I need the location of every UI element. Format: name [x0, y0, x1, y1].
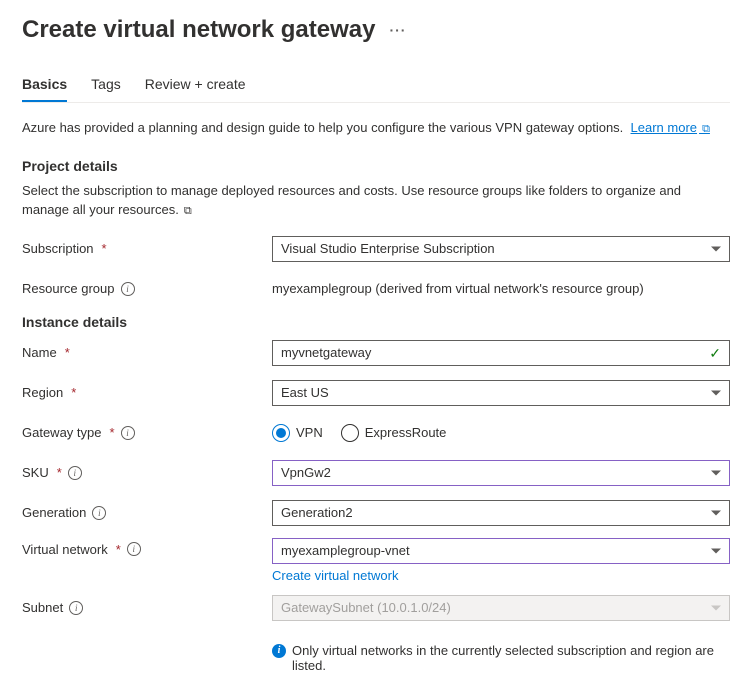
- resource-group-value: myexamplegroup (derived from virtual net…: [272, 281, 644, 296]
- tab-basics[interactable]: Basics: [22, 70, 67, 102]
- subnet-info-note: i Only virtual networks in the currently…: [272, 643, 730, 673]
- info-icon[interactable]: i: [121, 426, 135, 440]
- subscription-select[interactable]: Visual Studio Enterprise Subscription: [272, 236, 730, 262]
- info-icon[interactable]: i: [92, 506, 106, 520]
- project-details-heading: Project details: [22, 158, 730, 174]
- label-region: Region*: [22, 385, 272, 400]
- checkmark-icon: ✓: [709, 345, 721, 362]
- name-input[interactable]: myvnetgateway ✓: [272, 340, 730, 366]
- chevron-down-icon: [711, 510, 721, 515]
- learn-more-link[interactable]: Learn more ⧉: [631, 120, 710, 135]
- tab-tags[interactable]: Tags: [91, 70, 121, 102]
- tab-review[interactable]: Review + create: [145, 70, 246, 102]
- info-filled-icon: i: [272, 644, 286, 658]
- radio-icon: [272, 424, 290, 442]
- external-link-icon: ⧉: [699, 123, 710, 135]
- radio-icon: [341, 424, 359, 442]
- sku-select[interactable]: VpnGw2: [272, 460, 730, 486]
- label-vnet: Virtual network* i: [22, 538, 272, 557]
- create-vnet-link[interactable]: Create virtual network: [272, 568, 398, 583]
- page-title: Create virtual network gateway ···: [22, 16, 730, 44]
- label-gateway-type: Gateway type* i: [22, 425, 272, 440]
- more-actions-icon[interactable]: ···: [389, 22, 406, 38]
- label-subnet: Subnet i: [22, 600, 272, 615]
- tabs: Basics Tags Review + create: [22, 70, 730, 103]
- chevron-down-icon: [711, 246, 721, 251]
- radio-expressroute[interactable]: ExpressRoute: [341, 424, 447, 442]
- region-select[interactable]: East US: [272, 380, 730, 406]
- intro-text: Azure has provided a planning and design…: [22, 119, 730, 138]
- project-details-desc: Select the subscription to manage deploy…: [22, 182, 730, 220]
- label-name: Name*: [22, 345, 272, 360]
- label-sku: SKU* i: [22, 465, 272, 480]
- info-icon[interactable]: i: [127, 542, 141, 556]
- chevron-down-icon: [711, 605, 721, 610]
- instance-details-heading: Instance details: [22, 314, 730, 330]
- generation-select[interactable]: Generation2: [272, 500, 730, 526]
- label-subscription: Subscription*: [22, 241, 272, 256]
- external-link-icon: ⧉: [181, 205, 192, 217]
- page-title-text: Create virtual network gateway: [22, 16, 375, 44]
- label-resource-group: Resource group i: [22, 281, 272, 296]
- info-icon[interactable]: i: [69, 601, 83, 615]
- chevron-down-icon: [711, 548, 721, 553]
- subnet-select: GatewaySubnet (10.0.1.0/24): [272, 595, 730, 621]
- radio-vpn[interactable]: VPN: [272, 424, 323, 442]
- chevron-down-icon: [711, 390, 721, 395]
- gateway-type-radio-group: VPN ExpressRoute: [272, 424, 730, 442]
- vnet-select[interactable]: myexamplegroup-vnet: [272, 538, 730, 564]
- label-generation: Generation i: [22, 505, 272, 520]
- info-icon[interactable]: i: [68, 466, 82, 480]
- info-icon[interactable]: i: [121, 282, 135, 296]
- chevron-down-icon: [711, 470, 721, 475]
